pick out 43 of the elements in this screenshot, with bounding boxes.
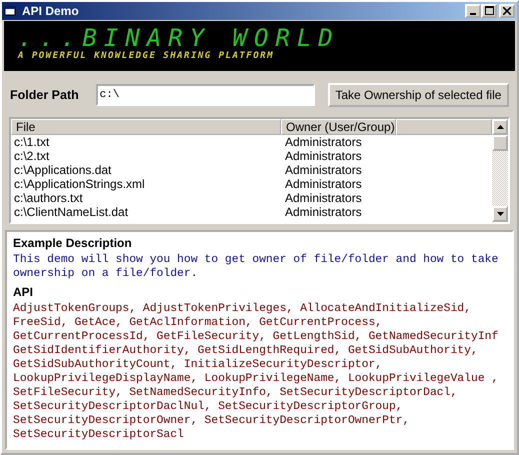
minimize-button[interactable]: [465, 4, 481, 18]
take-ownership-button[interactable]: Take Ownership of selected file: [328, 82, 509, 107]
file-name-cell-text: c:\2.txt: [14, 148, 50, 163]
description-text: This demo will show you how to get owner of file/folder and how to take ownership on a file/folder.: [13, 253, 500, 281]
folder-path-field[interactable]: c:\: [96, 84, 315, 106]
owner-cell-text: Administrators: [285, 176, 363, 191]
owner-cell-text: Administrators: [285, 148, 363, 163]
scroll-down-button[interactable]: [492, 206, 508, 222]
banner-title: ...BINARY WORLD: [18, 24, 341, 51]
scrollbar-thumb[interactable]: [492, 134, 508, 151]
file-name-cell-text: c:\authors.txt: [14, 190, 84, 205]
description-heading: Example Description: [13, 235, 133, 251]
owner-cell-text: Administrators: [285, 190, 363, 205]
banner-subtitle: A POWERFUL KNOWLEDGE SHARING PLATFORM: [18, 50, 275, 61]
file-row[interactable]: c:\ApplicationStrings.xml Administrators: [11, 176, 492, 191]
column-header[interactable]: File: [11, 118, 281, 135]
file-name-cell-text: c:\1.txt: [14, 134, 50, 149]
close-button[interactable]: [499, 4, 515, 18]
file-row[interactable]: c:\1.txt Administrators: [11, 134, 492, 149]
file-name-cell-text: c:\Applications.dat: [14, 162, 112, 177]
maximize-icon: [484, 6, 494, 16]
api-list-text: AdjustTokenGroups, AdjustTokenPrivileges, AllocateAndInitializeSid, FreeSid, GetAce, GetAclInformation, GetCurrentProcess, GetCurrentProcessId, GetFileSecurity, GetLengthSid, GetNamedSecurityInf GetSidIdentifierAuthority, GetSidLengthRequired, GetSidSubAuthority, GetSidSubAuthorityCount, InitializeSecurityDescriptor, LookupPrivilegeDisplayName, LookupPrivilegeName, LookupPrivilegeValue , SetFileSecurity, SetNamedSecurityInfo, SetSecurityDescriptorDacl, SetSecurityDescriptorDaclNul, SetSecurityDescriptorGroup, SetSecurityDescriptorOwner, SetSecurityDescriptorOwnerPtr, SetSecurityDescriptorSacl: [13, 302, 500, 442]
maximize-button[interactable]: [481, 4, 497, 18]
owner-cell-text: Administrators: [285, 134, 363, 149]
window-title: API Demo: [22, 4, 80, 18]
file-row[interactable]: c:\Applications.dat Administrators: [11, 162, 492, 177]
file-name-cell-text: c:\ApplicationStrings.xml: [14, 176, 146, 191]
vertical-scrollbar[interactable]: [492, 118, 508, 222]
owner-cell-text: Administrators: [285, 204, 363, 219]
owner-cell-text: Administrators: [285, 162, 363, 177]
column-header[interactable]: Owner (User/Group): [281, 118, 396, 135]
api-heading: API: [13, 284, 34, 300]
up-arrow-icon: [496, 124, 504, 129]
file-row[interactable]: c:\authors.txt Administrators: [11, 190, 492, 205]
minimize-icon: [470, 12, 476, 15]
folder-path-label: Folder Path: [10, 88, 80, 102]
window-app-icon: [4, 4, 18, 17]
scroll-up-button[interactable]: [492, 118, 508, 135]
file-row[interactable]: c:\2.txt Administrators: [11, 148, 492, 163]
file-row[interactable]: c:\ClientNameList.dat Administrators: [11, 204, 492, 219]
close-icon: [503, 6, 511, 15]
down-arrow-icon: [496, 212, 504, 216]
file-name-cell-text: c:\ClientNameList.dat: [14, 204, 130, 219]
